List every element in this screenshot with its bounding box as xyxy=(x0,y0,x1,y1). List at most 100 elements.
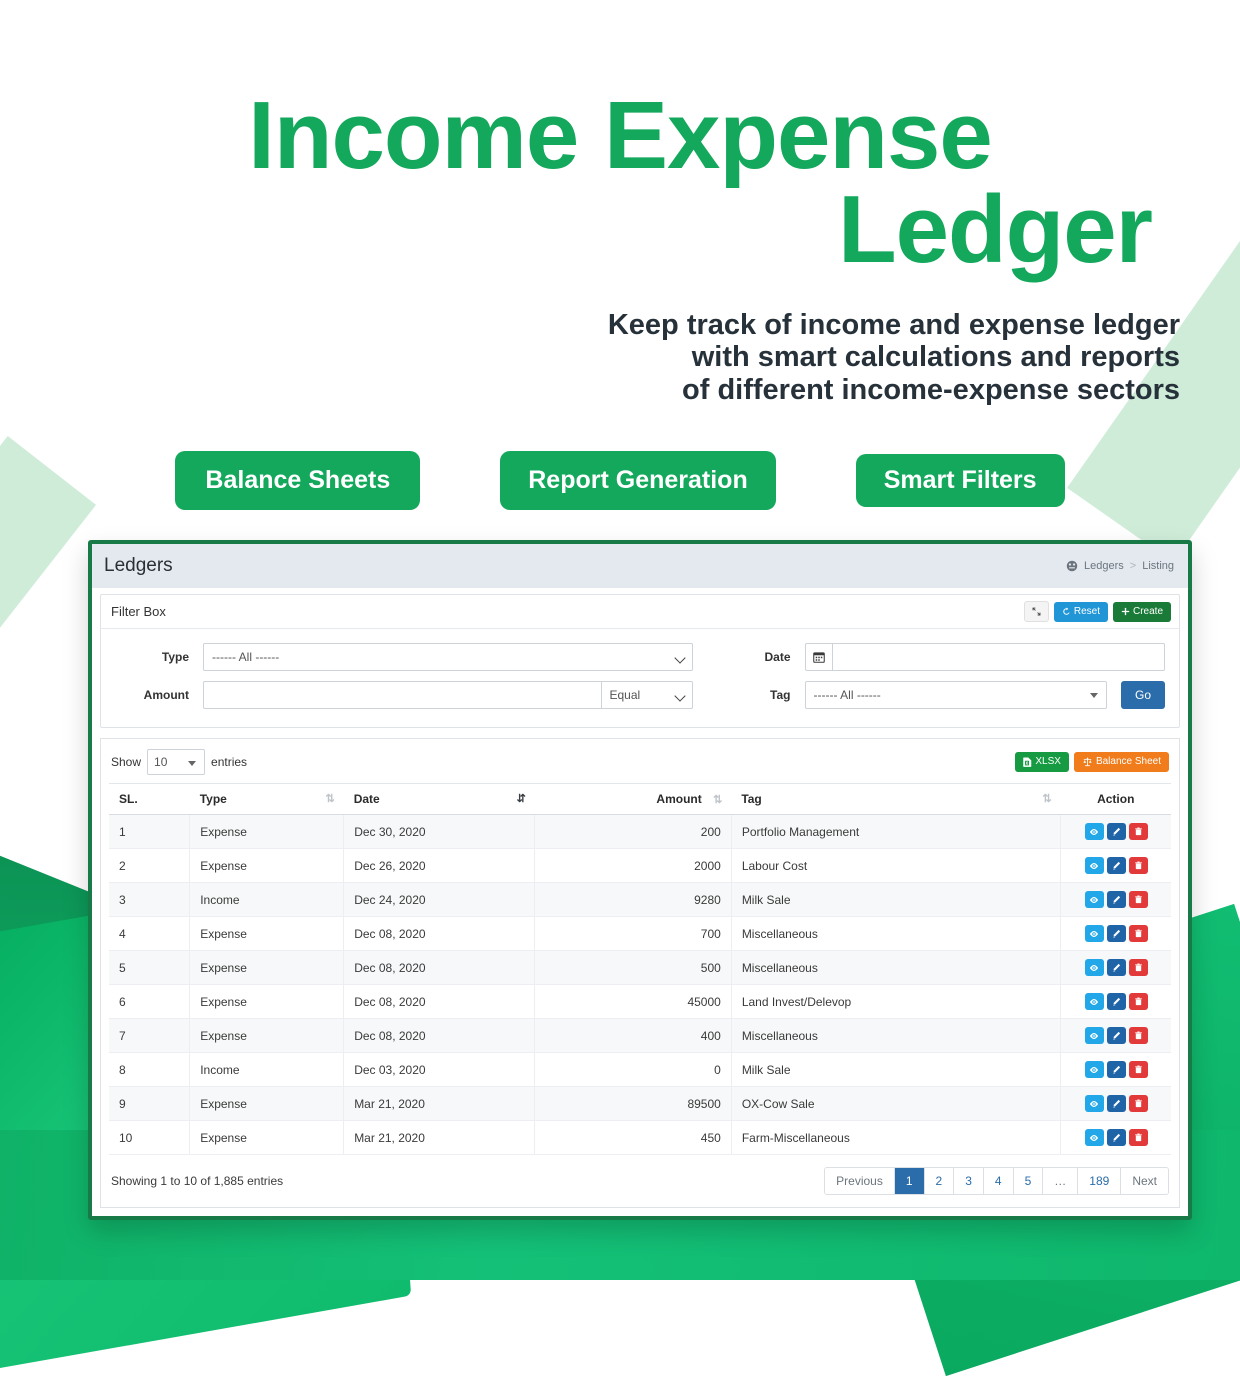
view-row-button[interactable] xyxy=(1084,857,1104,874)
delete-row-button[interactable] xyxy=(1128,891,1148,908)
trash-icon xyxy=(1134,895,1143,904)
pagination-previous[interactable]: Previous xyxy=(825,1168,895,1195)
view-row-button[interactable] xyxy=(1084,891,1104,908)
delete-row-button[interactable] xyxy=(1128,1027,1148,1044)
edit-row-button[interactable] xyxy=(1106,1129,1126,1146)
edit-row-button[interactable] xyxy=(1106,1095,1126,1112)
feature-pill-report-generation[interactable]: Report Generation xyxy=(500,450,776,510)
cell-action xyxy=(1060,916,1171,951)
cell-amount: 45000 xyxy=(534,984,732,1019)
edit-row-button[interactable] xyxy=(1106,959,1126,976)
balance-sheet-button[interactable]: Balance Sheet xyxy=(1073,752,1169,772)
type-select[interactable] xyxy=(203,643,693,671)
eye-icon xyxy=(1089,929,1099,939)
ledger-table: SL. Type ⇅ Date ⇵ Amount ⇅ Tag ⇅ Action … xyxy=(109,783,1171,1155)
view-row-button[interactable] xyxy=(1084,1095,1104,1112)
view-row-button[interactable] xyxy=(1084,925,1104,942)
edit-row-button[interactable] xyxy=(1106,1061,1126,1078)
edit-row-button[interactable] xyxy=(1106,857,1126,874)
feature-pill-smart-filters[interactable]: Smart Filters xyxy=(855,453,1065,507)
delete-row-button[interactable] xyxy=(1128,925,1148,942)
pagination-1[interactable]: 1 xyxy=(894,1168,925,1195)
view-row-button[interactable] xyxy=(1084,959,1104,976)
page-length-select[interactable] xyxy=(147,749,206,775)
view-row-button[interactable] xyxy=(1084,993,1104,1010)
delete-row-button[interactable] xyxy=(1128,993,1148,1010)
table-row: 9 Expense Mar 21, 2020 89500 OX-Cow Sale xyxy=(109,1086,1171,1121)
app-screenshot-card: Ledgers Ledgers > Listing Filter Box Res… xyxy=(88,540,1192,1220)
expand-collapse-button[interactable] xyxy=(1023,601,1049,622)
edit-row-button[interactable] xyxy=(1106,823,1126,840)
cell-sl: 5 xyxy=(109,950,191,985)
pencil-icon xyxy=(1112,1099,1121,1108)
cell-action xyxy=(1060,814,1171,849)
tag-select[interactable] xyxy=(804,681,1107,709)
row-action-buttons xyxy=(1084,823,1148,840)
cell-date: Mar 21, 2020 xyxy=(343,1086,536,1121)
feature-pill-row: Balance Sheets Report Generation Smart F… xyxy=(0,450,1240,510)
pagination-189[interactable]: 189 xyxy=(1078,1168,1122,1195)
view-row-button[interactable] xyxy=(1084,1129,1104,1146)
date-input[interactable] xyxy=(832,643,1165,671)
delete-row-button[interactable] xyxy=(1128,857,1148,874)
cell-tag: Milk Sale xyxy=(731,882,1062,917)
breadcrumb-root[interactable]: Ledgers xyxy=(1084,560,1124,572)
edit-row-button[interactable] xyxy=(1106,925,1126,942)
column-header-amount[interactable]: Amount ⇅ xyxy=(534,783,732,815)
page-subtitle-line-1: Keep track of income and expense ledger xyxy=(607,308,1180,341)
tag-field-label: Tag xyxy=(770,688,791,702)
calendar-icon[interactable] xyxy=(804,643,833,671)
cell-action xyxy=(1060,950,1171,985)
feature-pill-balance-sheets[interactable]: Balance Sheets xyxy=(175,450,421,510)
column-header-tag[interactable]: Tag ⇅ xyxy=(731,783,1061,815)
sort-icon-amount[interactable]: ⇅ xyxy=(713,794,722,806)
pagination-5[interactable]: 5 xyxy=(1013,1168,1044,1195)
amount-operator-select[interactable] xyxy=(600,681,693,709)
sort-icon-tag[interactable]: ⇅ xyxy=(1042,792,1051,805)
delete-row-button[interactable] xyxy=(1128,1061,1148,1078)
sort-icon-date[interactable]: ⇵ xyxy=(517,792,526,805)
table-row: 6 Expense Dec 08, 2020 45000 Land Invest/Del… xyxy=(109,984,1171,1019)
trash-icon xyxy=(1134,929,1143,938)
cell-date: Dec 24, 2020 xyxy=(343,882,536,917)
amount-input[interactable] xyxy=(203,681,601,709)
cell-tag: Miscellaneous xyxy=(731,1018,1062,1053)
eye-icon xyxy=(1089,963,1099,973)
column-header-sl[interactable]: SL. xyxy=(109,783,190,815)
delete-row-button[interactable] xyxy=(1128,1129,1148,1146)
eye-icon xyxy=(1089,1099,1099,1109)
reset-button-label: Reset xyxy=(1073,605,1100,617)
edit-row-button[interactable] xyxy=(1106,891,1126,908)
column-header-date[interactable]: Date ⇵ xyxy=(343,783,535,815)
go-button[interactable]: Go xyxy=(1120,681,1165,709)
pagination-3[interactable]: 3 xyxy=(954,1168,984,1195)
eye-icon xyxy=(1089,1065,1099,1075)
pagination-next[interactable]: Next xyxy=(1121,1168,1168,1195)
pagination-[interactable]: … xyxy=(1043,1168,1079,1195)
pagination: Previous 1 2 3 4 5… 189 Next xyxy=(824,1167,1169,1196)
row-action-buttons xyxy=(1084,891,1148,908)
column-header-type[interactable]: Type ⇅ xyxy=(189,783,344,815)
breadcrumb: Ledgers > Listing xyxy=(1066,560,1174,572)
delete-row-button[interactable] xyxy=(1128,1095,1148,1112)
pagination-4[interactable]: 4 xyxy=(983,1168,1014,1195)
pagination-2[interactable]: 2 xyxy=(924,1168,955,1195)
row-action-buttons xyxy=(1084,1027,1148,1044)
column-header-sl-label: SL. xyxy=(119,792,138,806)
view-row-button[interactable] xyxy=(1084,1027,1104,1044)
export-xlsx-button[interactable]: XLSX xyxy=(1015,752,1069,772)
delete-row-button[interactable] xyxy=(1128,823,1148,840)
edit-row-button[interactable] xyxy=(1106,1027,1126,1044)
view-row-button[interactable] xyxy=(1084,1061,1104,1078)
edit-row-button[interactable] xyxy=(1106,993,1126,1010)
cell-tag: Portfolio Management xyxy=(731,814,1062,849)
create-button[interactable]: Create xyxy=(1112,601,1171,622)
reset-button[interactable]: Reset xyxy=(1053,601,1108,622)
plus-icon xyxy=(1121,607,1130,616)
ledger-table-panel: Show entries XLSX xyxy=(100,738,1180,1209)
delete-row-button[interactable] xyxy=(1128,959,1148,976)
sort-icon-type[interactable]: ⇅ xyxy=(325,792,334,805)
pencil-icon xyxy=(1112,1065,1121,1074)
table-footer: Showing 1 to 10 of 1,885 entries Previou… xyxy=(109,1155,1171,1201)
view-row-button[interactable] xyxy=(1084,823,1104,840)
